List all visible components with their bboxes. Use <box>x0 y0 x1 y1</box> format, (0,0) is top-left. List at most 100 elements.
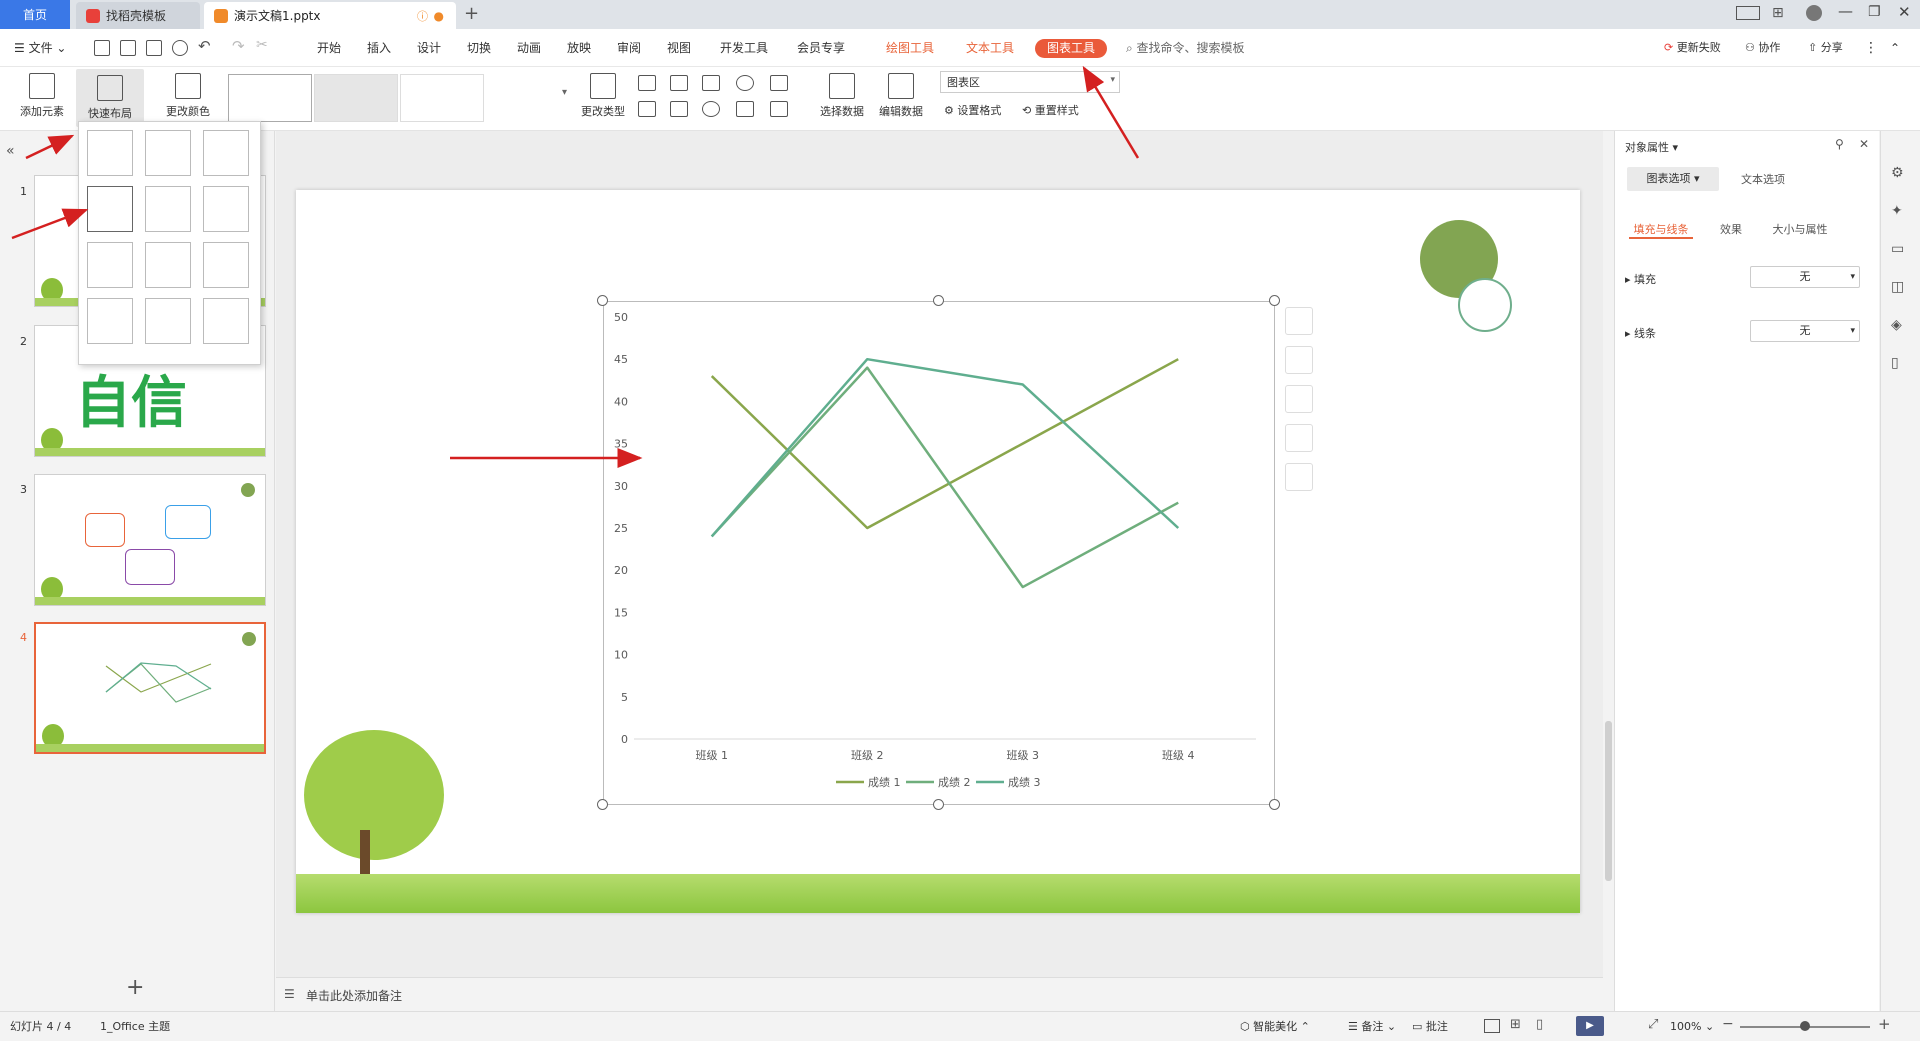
preview-icon[interactable] <box>172 40 188 56</box>
update-status[interactable]: ⟳ 更新失败 <box>1664 29 1721 67</box>
design-icon[interactable]: ◫ <box>1891 279 1904 295</box>
menu-file[interactable]: ☰ 文件 ⌄ <box>14 29 66 67</box>
subtab-effect[interactable]: 效果 <box>1711 199 1751 237</box>
layout-option-9[interactable] <box>203 242 249 288</box>
notes-toggle-button[interactable]: ☰ 备注 ⌄ <box>1348 1012 1396 1041</box>
change-type-button[interactable]: 更改类型 <box>576 67 630 129</box>
sorter-view-icon[interactable]: ⊞ <box>1510 1017 1521 1032</box>
print-icon[interactable] <box>146 40 162 56</box>
panel-title[interactable]: 对象属性 ▾ <box>1625 139 1678 155</box>
map-icon[interactable]: ◈ <box>1891 317 1902 333</box>
layout-icon[interactable] <box>1736 6 1760 20</box>
edit-data-button[interactable]: 编辑数据 <box>872 67 930 129</box>
avatar[interactable] <box>1806 5 1822 21</box>
vertical-scrollbar[interactable] <box>1603 131 1614 977</box>
share-button[interactable]: ⇧ 分享 <box>1808 29 1843 67</box>
chart-settings-icon[interactable] <box>1285 424 1313 452</box>
menu-start[interactable]: 开始 <box>317 29 341 67</box>
export-icon[interactable] <box>120 40 136 56</box>
chart-style-2[interactable] <box>314 74 398 122</box>
chart-filter-icon[interactable] <box>1285 385 1313 413</box>
set-format-button[interactable]: ⚙ 设置格式 <box>944 102 1001 118</box>
zoom-out-icon[interactable]: − <box>1722 1016 1734 1032</box>
fill-section[interactable]: ▸ 填充 <box>1625 271 1656 287</box>
menu-animation[interactable]: 动画 <box>517 29 541 67</box>
scrollbar-thumb[interactable] <box>1605 721 1612 881</box>
tab-chart-options[interactable]: 图表选项 ▾ <box>1627 167 1719 191</box>
radar-chart-icon[interactable] <box>736 75 754 91</box>
menu-developer[interactable]: 开发工具 <box>720 29 768 67</box>
layout-option-1[interactable] <box>87 130 133 176</box>
chart-tips-icon[interactable] <box>1285 463 1313 491</box>
collapse-ribbon-icon[interactable]: ⌃ <box>1890 29 1900 67</box>
tab-template[interactable]: 找稻壳模板 <box>76 2 200 29</box>
fill-dropdown[interactable]: 无 ▾ <box>1750 266 1860 288</box>
chart-style-4[interactable] <box>486 74 570 122</box>
line-chart-icon[interactable] <box>702 75 720 91</box>
layout-option-12[interactable] <box>203 298 249 344</box>
comments-button[interactable]: ▭ 批注 <box>1412 1012 1448 1041</box>
zoom-in-icon[interactable]: + <box>1878 1015 1891 1033</box>
select-data-button[interactable]: 选择数据 <box>812 67 872 129</box>
close-icon[interactable]: ✕ <box>1898 3 1911 21</box>
layout-option-10[interactable] <box>87 298 133 344</box>
menu-review[interactable]: 审阅 <box>617 29 641 67</box>
minimize-icon[interactable]: — <box>1838 2 1853 20</box>
menu-transition[interactable]: 切换 <box>467 29 491 67</box>
line-dropdown[interactable]: 无 ▾ <box>1750 320 1860 342</box>
reset-style-button[interactable]: ⟲ 重置样式 <box>1022 102 1079 118</box>
resize-handle-top-right[interactable] <box>1269 295 1280 306</box>
pin-icon[interactable]: ⚲ <box>1835 137 1844 151</box>
format-painter-icon[interactable]: ✂ <box>256 37 268 53</box>
menu-chart-tools[interactable]: 图表工具 <box>1035 39 1108 58</box>
animation-icon[interactable]: ✦ <box>1891 203 1903 219</box>
slide-thumbnail-4[interactable] <box>34 622 266 754</box>
smart-beautify-button[interactable]: ⬡ 智能美化 ⌃ <box>1240 1012 1310 1041</box>
chart-style-1[interactable] <box>228 74 312 122</box>
apps-grid-icon[interactable]: ⊞ <box>1772 5 1784 21</box>
add-element-button[interactable]: 添加元素 <box>10 67 74 129</box>
menu-text-tools[interactable]: 文本工具 <box>966 29 1014 67</box>
layout-option-5[interactable] <box>145 186 191 232</box>
more-icon[interactable]: ⋮ <box>1864 29 1878 67</box>
subtab-fill-line[interactable]: 填充与线条 <box>1629 199 1693 239</box>
layout-option-3[interactable] <box>203 130 249 176</box>
restore-icon[interactable]: ❐ <box>1868 4 1881 20</box>
undo-icon[interactable]: ↶ <box>198 37 211 55</box>
collaborate-button[interactable]: ⚇ 协作 <box>1745 29 1780 67</box>
resize-handle-bottom-right[interactable] <box>1269 799 1280 810</box>
chart-style-3[interactable] <box>400 74 484 122</box>
menu-member[interactable]: 会员专享 <box>797 29 845 67</box>
chart-elements-icon[interactable] <box>1285 307 1313 335</box>
line-section[interactable]: ▸ 线条 <box>1625 325 1656 341</box>
style-gallery-expand-icon[interactable]: ▾ <box>562 87 567 98</box>
tab-text-options[interactable]: 文本选项 <box>1741 171 1785 187</box>
tab-document[interactable]: 演示文稿1.pptx ⓘ ● <box>204 2 456 29</box>
menu-view[interactable]: 视图 <box>667 29 691 67</box>
play-icon[interactable]: ▶ <box>1576 1016 1604 1036</box>
line-chart[interactable]: 0 5 10 15 20 25 30 35 40 45 50 班级 1 班级 2 班级 3 班级 4 成绩 1… <box>603 301 1275 805</box>
add-slide-icon[interactable]: + <box>126 975 144 1000</box>
layout-option-11[interactable] <box>145 298 191 344</box>
layout-option-2[interactable] <box>145 130 191 176</box>
bar-chart-icon[interactable] <box>670 75 688 91</box>
pie-chart-icon[interactable] <box>702 101 720 117</box>
resize-handle-bottom[interactable] <box>933 799 944 810</box>
close-panel-icon[interactable]: ✕ <box>1859 137 1869 151</box>
book-icon[interactable]: ▯ <box>1891 355 1899 371</box>
normal-view-icon[interactable] <box>1484 1019 1500 1033</box>
layout-option-7[interactable] <box>87 242 133 288</box>
notes-area[interactable]: ☰ 单击此处添加备注 <box>276 977 1603 1011</box>
redo-icon[interactable]: ↷ <box>232 37 245 55</box>
menu-design[interactable]: 设计 <box>417 29 441 67</box>
collapse-panel-icon[interactable]: « <box>6 143 15 159</box>
zoom-level[interactable]: 100% ⌄ <box>1670 1012 1714 1041</box>
chart-element-select[interactable]: 图表区 ▾ <box>940 71 1120 93</box>
menu-slideshow[interactable]: 放映 <box>567 29 591 67</box>
tab-home[interactable]: 首页 <box>0 0 70 29</box>
comment-icon[interactable]: ▭ <box>1891 241 1904 257</box>
command-search[interactable]: ⌕ 查找命令、搜索模板 <box>1126 29 1245 67</box>
new-tab-icon[interactable]: + <box>464 3 479 24</box>
change-color-button[interactable]: 更改颜色 <box>156 67 220 129</box>
save-icon[interactable] <box>94 40 110 56</box>
